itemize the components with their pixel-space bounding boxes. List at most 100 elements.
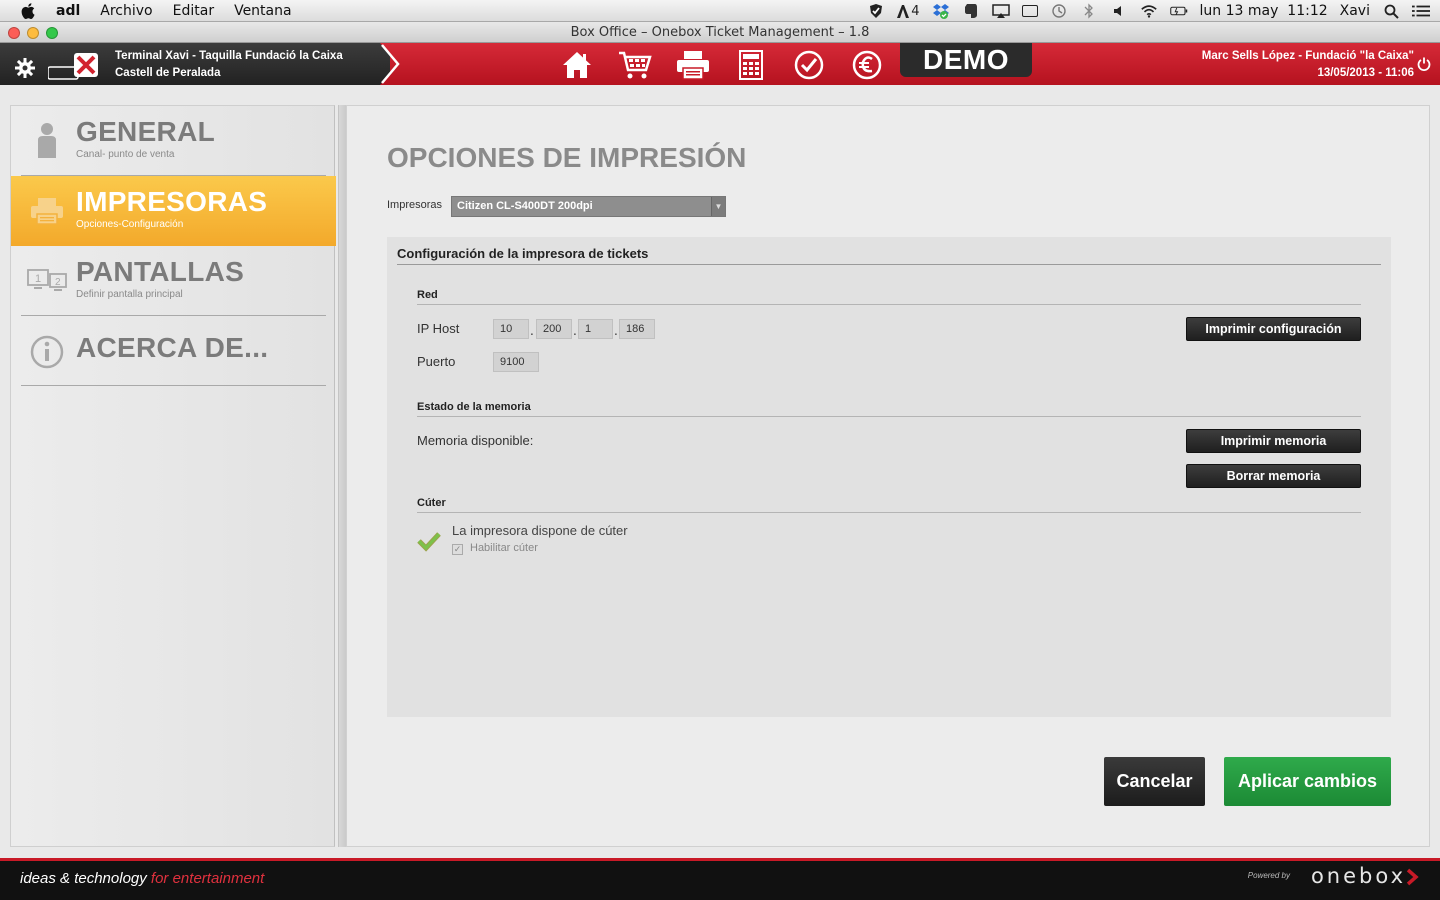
printer-options-content: OPCIONES DE IMPRESIÓN Impresoras Citizen…: [346, 105, 1430, 847]
info-icon: [30, 335, 64, 369]
home-icon[interactable]: [560, 49, 594, 81]
sidebar-item-title: PANTALLAS: [76, 256, 245, 287]
menu-editar[interactable]: Editar: [173, 3, 214, 19]
svg-text:2: 2: [55, 277, 61, 288]
ip-octet-2-input[interactable]: 200: [536, 319, 572, 339]
ip-host-label: IP Host: [417, 321, 460, 336]
ip-octet-1-input[interactable]: 10: [493, 319, 529, 339]
panel-divider: [338, 105, 346, 847]
battery-icon[interactable]: [1169, 4, 1188, 18]
zoom-window-button[interactable]: [46, 27, 58, 39]
calculator-icon[interactable]: [734, 49, 768, 81]
available-memory-label: Memoria disponible:: [417, 433, 534, 448]
page-title: OPCIONES DE IMPRESIÓN: [387, 142, 747, 173]
sidebar-item-impresoras[interactable]: IMPRESORAS Opciones-Configuración: [11, 176, 336, 246]
power-logout-icon[interactable]: [1417, 57, 1431, 71]
printer-select-value: Citizen CL-S400DT 200dpi: [457, 200, 593, 212]
spotlight-search-icon[interactable]: [1382, 4, 1400, 19]
bluetooth-icon[interactable]: [1080, 3, 1098, 19]
demo-badge: DEMO: [900, 43, 1032, 77]
sidebar-item-title: IMPRESORAS: [76, 186, 268, 217]
terminal-venue: Castell de Peralada: [115, 67, 221, 79]
app-footer: ideas & technology for entertainment Pow…: [0, 858, 1440, 900]
printer-icon: [31, 198, 63, 225]
clear-memory-button[interactable]: Borrar memoria: [1186, 464, 1361, 488]
section-divider: [417, 512, 1361, 513]
apple-icon[interactable]: [20, 2, 36, 20]
section-divider: [417, 304, 1361, 305]
euro-icon[interactable]: [850, 49, 884, 81]
volume-icon[interactable]: [1110, 4, 1128, 18]
enable-cutter-checkbox[interactable]: ✓: [452, 544, 463, 555]
apply-changes-button[interactable]: Aplicar cambios: [1224, 757, 1391, 806]
tagline-main: ideas & technology: [20, 870, 151, 887]
minimize-window-button[interactable]: [27, 27, 39, 39]
menu-datetime[interactable]: lun 13 may 11:12: [1200, 3, 1328, 19]
check-icon[interactable]: [792, 49, 826, 81]
chevron-right-icon: [1406, 868, 1419, 886]
onebox-logo: onebox: [1310, 864, 1406, 888]
sidebar-divider: [21, 385, 326, 386]
panel-title: Configuración de la impresora de tickets: [397, 246, 649, 261]
ip-separator: .: [614, 324, 618, 338]
window-controls: [8, 27, 58, 39]
sidebar-item-subtitle: Canal- punto de venta: [76, 149, 175, 160]
sidebar-item-subtitle: Definir pantalla principal: [76, 289, 183, 300]
dropbox-icon[interactable]: [932, 4, 950, 19]
screens-icon: 1 2: [27, 269, 67, 291]
terminal-info: Terminal Xavi - Taquilla Fundació la Cai…: [115, 48, 343, 82]
sidebar-item-acerca-de[interactable]: ACERCA DE...: [11, 316, 336, 386]
print-config-button[interactable]: Imprimir configuración: [1186, 317, 1361, 341]
settings-gear-icon[interactable]: [8, 51, 42, 85]
notification-list-icon[interactable]: [1412, 4, 1430, 18]
menu-archivo[interactable]: Archivo: [100, 3, 152, 19]
sidebar-item-title: GENERAL: [76, 116, 215, 147]
printer-select[interactable]: Citizen CL-S400DT 200dpi ▼: [451, 196, 726, 217]
menu-status-area: 4 lun 13 may 11:12 Xavi: [867, 0, 1430, 22]
sidebar-item-pantallas[interactable]: 1 2 PANTALLAS Definir pantalla principal: [11, 246, 336, 316]
port-label: Puerto: [417, 354, 456, 369]
main-area: GENERAL Canal- punto de venta IMPRESORAS…: [0, 85, 1440, 858]
time-machine-icon[interactable]: [1050, 4, 1068, 18]
ip-separator: .: [573, 324, 577, 338]
green-check-icon: [417, 532, 441, 552]
airplay-icon[interactable]: [991, 4, 1010, 18]
ip-octet-4-input[interactable]: 186: [619, 319, 655, 339]
session-datetime: 13/05/2013 - 11:06: [1317, 67, 1414, 79]
cart-icon[interactable]: [618, 49, 652, 81]
menu-ventana[interactable]: Ventana: [234, 3, 292, 19]
shield-check-icon[interactable]: [867, 4, 885, 18]
wifi-icon[interactable]: [1140, 4, 1158, 18]
ticket-printer-config-panel: Configuración de la impresora de tickets…: [387, 237, 1391, 717]
section-title-memory: Estado de la memoria: [417, 401, 531, 413]
macos-menu-bar: adl Archivo Editar Ventana 4 lun 13 may …: [0, 0, 1440, 22]
powered-by-label: Powered by: [1247, 871, 1290, 880]
footer-tagline: ideas & technology for entertainment: [20, 870, 264, 887]
header-arrow-icon: [381, 44, 400, 84]
user-name: Marc Sells López - Fundació "la Caixa": [1201, 50, 1414, 62]
printer-icon[interactable]: [676, 49, 710, 81]
sidebar-item-subtitle: Opciones-Configuración: [76, 219, 184, 230]
user-info: Marc Sells López - Fundació "la Caixa" 1…: [1202, 48, 1414, 82]
ip-octet-3-input[interactable]: 1: [578, 319, 613, 339]
user-icon: [38, 123, 56, 158]
close-window-button[interactable]: [8, 27, 20, 39]
ip-separator: .: [530, 324, 534, 338]
port-input[interactable]: 9100: [493, 352, 539, 372]
sidebar-item-title: ACERCA DE...: [76, 332, 269, 363]
menu-user[interactable]: Xavi: [1340, 3, 1370, 19]
chevron-down-icon[interactable]: ▼: [711, 197, 725, 216]
app-header: Terminal Xavi - Taquilla Fundació la Cai…: [0, 43, 1440, 95]
printer-select-label: Impresoras: [387, 199, 443, 211]
battery-meter-icon[interactable]: [1021, 5, 1038, 17]
enable-cutter-label[interactable]: Habilitar cúter: [470, 542, 538, 554]
menu-app-name[interactable]: adl: [56, 3, 80, 19]
print-memory-button[interactable]: Imprimir memoria: [1186, 429, 1361, 453]
cancel-button[interactable]: Cancelar: [1104, 757, 1205, 806]
window-title-bar: Box Office – Onebox Ticket Management – …: [0, 22, 1440, 43]
sidebar-item-general[interactable]: GENERAL Canal- punto de venta: [11, 106, 336, 176]
section-divider: [417, 416, 1361, 417]
evernote-icon[interactable]: [962, 4, 980, 18]
adobe-icon[interactable]: 4: [897, 4, 920, 19]
cutter-available-text: La impresora dispone de cúter: [452, 523, 628, 538]
